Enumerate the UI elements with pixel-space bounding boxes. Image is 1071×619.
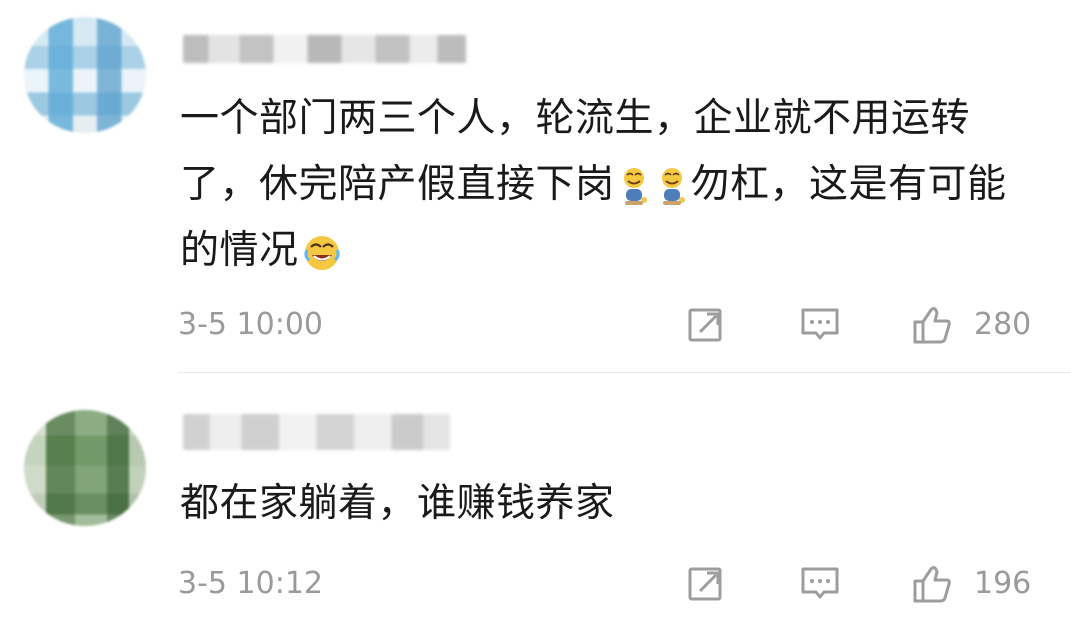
timestamp: 3-5 10:12 [178,566,323,601]
like-icon[interactable] [911,303,953,347]
blurred-username[interactable] [183,35,466,63]
blurred-username[interactable] [183,414,450,450]
comment-list: 一个部门两三个人，轮流生，企业就不用运转了，休完陪产假直接下岗 勿杠，这是有可能… [0,0,1071,619]
comment-meta: 3-5 10:00 280 [178,303,1038,347]
divider [178,372,1071,373]
baby-emoji [617,166,651,208]
comment-meta: 3-5 10:12 196 [178,562,1038,606]
comment-text: 都在家躺着，谁赚钱养家 [180,481,615,526]
baby-emoji [655,166,689,208]
share-icon[interactable] [685,562,727,606]
reply-icon[interactable] [799,562,841,606]
comment-text: 一个部门两三个人，轮流生，企业就不用运转了，休完陪产假直接下岗 勿杠，这是有可能… [180,86,1040,284]
avatar[interactable] [24,410,146,526]
share-icon[interactable] [685,303,727,347]
comment-item: 一个部门两三个人，轮流生，企业就不用运转了，休完陪产假直接下岗 勿杠，这是有可能… [0,0,1071,370]
like-count: 196 [974,566,1032,601]
timestamp: 3-5 10:00 [178,307,323,342]
like-icon[interactable] [911,562,953,606]
reply-icon[interactable] [799,303,841,347]
like-count: 280 [974,307,1032,342]
comment-item: 都在家躺着，谁赚钱养家 3-5 10:12 196 [0,374,1071,619]
avatar[interactable] [24,17,146,133]
laughing-crying-emoji [301,232,343,274]
